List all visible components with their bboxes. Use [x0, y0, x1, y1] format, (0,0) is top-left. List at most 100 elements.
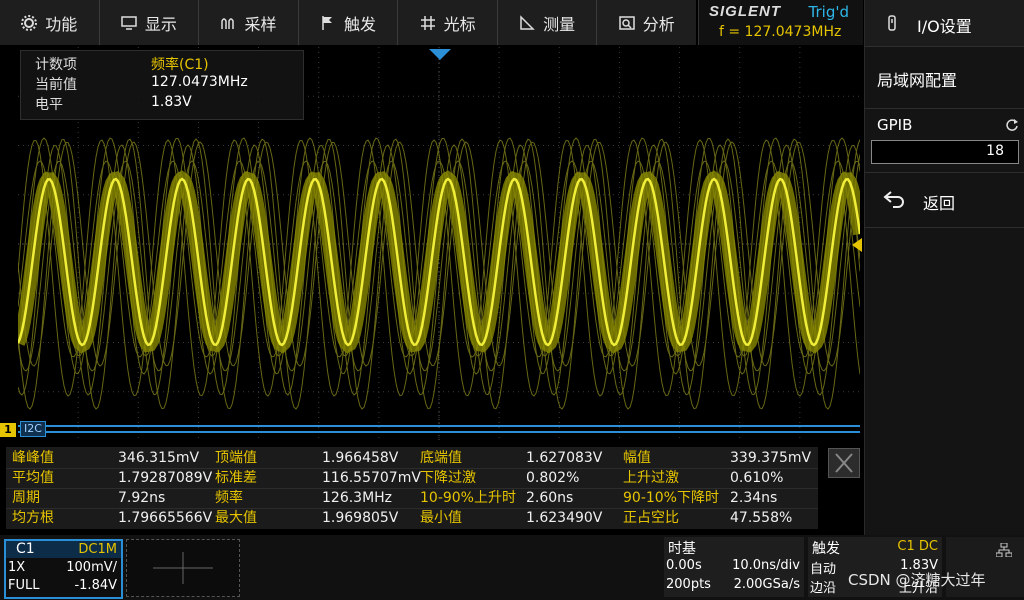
close-icon	[835, 453, 853, 473]
timebase-title: 时基	[668, 541, 696, 557]
network-icon	[996, 543, 1012, 557]
right-softkey-panel: I/O设置 局域网配置 GPIB 18 返回	[864, 0, 1024, 535]
back-arrow-icon	[883, 191, 904, 208]
back-button[interactable]: 返回	[865, 175, 1024, 228]
channel-probe: 1X	[8, 560, 26, 575]
menu-analysis[interactable]: 分析	[597, 0, 696, 45]
measurement-name: 最大值	[215, 510, 257, 526]
timebase-panel[interactable]: 时基 0.00s 10.0ns/div 200pts 2.00GSa/s	[664, 537, 804, 597]
menu-label: 功能	[45, 14, 78, 34]
channel1-label[interactable]: C1 DC1M 1X 100mV/ FULL -1.84V	[4, 539, 123, 599]
trigger-status: Trig'd	[808, 3, 849, 21]
counter-value: 频率(C1)	[151, 57, 209, 73]
counter-label: 电平	[35, 97, 63, 113]
measurement-name: 下降过激	[420, 470, 476, 486]
menu-label: 采样	[244, 14, 277, 34]
channel1-ground-marker[interactable]: 1	[0, 423, 16, 437]
menu-measure[interactable]: 测量	[498, 0, 598, 45]
measurement-name: 频率	[215, 490, 243, 506]
gear-icon	[21, 14, 38, 31]
frequency-counter-panel: 计数项 频率(C1) 当前值 127.0473MHz 电平 1.83V	[20, 50, 304, 120]
measurement-value: 116.55707mV	[322, 470, 421, 486]
channel-scale: 100mV/	[66, 560, 117, 575]
measurement-value: 0.802%	[526, 470, 580, 486]
menu-cursor[interactable]: 光标	[398, 0, 498, 45]
measurement-name: 正占空比	[623, 510, 679, 526]
rotate-knob-icon	[1006, 119, 1018, 131]
measurement-value: 7.92ns	[118, 490, 166, 506]
lan-config-button[interactable]: 局域网配置	[865, 50, 1024, 109]
measurement-name: 峰峰值	[12, 450, 54, 466]
counter-label: 计数项	[35, 57, 77, 73]
measurement-table: 峰峰值 346.315mV 顶端值 1.966458V 底端值 1.627083V 幅值 33…	[6, 447, 818, 529]
measurement-name: 最小值	[420, 510, 462, 526]
back-label: 返回	[923, 194, 956, 213]
measurement-value: 339.375mV	[730, 450, 812, 466]
io-icon	[888, 15, 896, 31]
measurement-value: 1.966458V	[322, 450, 399, 466]
measurement-value: 2.60ns	[526, 490, 574, 506]
measurement-name: 10-90%上升时	[420, 490, 516, 506]
channel-name: C1	[16, 541, 35, 557]
plus-icon	[153, 552, 213, 584]
measurement-name: 幅值	[623, 450, 651, 466]
sampling-icon	[221, 17, 235, 29]
trigger-level-marker[interactable]	[852, 238, 862, 252]
trigger-type: 边沿	[810, 581, 837, 596]
channel-offset: -1.84V	[74, 578, 117, 593]
measure-icon	[520, 14, 535, 30]
cursor-icon	[420, 15, 435, 30]
measurement-name: 均方根	[12, 510, 54, 526]
trigger-title: 触发	[812, 541, 840, 557]
measurement-value: 1.969805V	[322, 510, 399, 526]
measurement-name: 90-10%下降时	[623, 490, 719, 506]
sample-rate: 2.00GSa/s	[733, 577, 800, 592]
gpib-label: GPIB	[877, 116, 913, 134]
measurement-value: 1.627083V	[526, 450, 603, 466]
gpib-softkey[interactable]: GPIB 18	[865, 110, 1024, 173]
menu-sampling[interactable]: 采样	[199, 0, 299, 45]
timebase-scale: 10.0ns/div	[732, 558, 800, 573]
menu-trigger[interactable]: 触发	[299, 0, 399, 45]
add-channel-slot[interactable]	[126, 539, 240, 597]
counter-value: 1.83V	[151, 94, 192, 110]
timebase-delay: 0.00s	[666, 558, 702, 573]
menu-function[interactable]: 功能	[0, 0, 100, 45]
brand-logo: SIGLENT	[709, 3, 782, 20]
i2c-bus-label: I2C	[20, 421, 46, 437]
counter-label: 当前值	[35, 77, 77, 93]
measurement-value: 0.610%	[730, 470, 784, 486]
trigger-source: C1 DC	[897, 539, 938, 554]
menu-label: 光标	[443, 14, 476, 34]
menu-display[interactable]: 显示	[100, 0, 200, 45]
gpib-address-field[interactable]: 18	[871, 140, 1019, 164]
measurement-value: 2.34ns	[730, 490, 778, 506]
channel-coupling: DC1M	[78, 542, 117, 557]
memory-depth: 200pts	[666, 577, 711, 592]
menu-label: 测量	[543, 14, 576, 34]
measurement-name: 底端值	[420, 450, 462, 466]
watermark-text: CSDN @济糖大过年	[848, 571, 986, 589]
analysis-icon	[619, 15, 635, 30]
measurement-name: 顶端值	[215, 450, 257, 466]
measurement-value: 1.79287089V	[118, 470, 213, 486]
measurement-value: 346.315mV	[118, 450, 200, 466]
measurement-value: 126.3MHz	[322, 490, 393, 506]
io-settings-title: I/O设置	[865, 0, 1024, 47]
measure-close-button[interactable]	[828, 448, 860, 478]
flag-icon	[322, 15, 333, 30]
brand-status: SIGLENT Trig'd f = 127.0473MHz	[698, 0, 863, 45]
measurement-value: 1.79665566V	[118, 510, 213, 526]
monitor-icon	[121, 15, 137, 30]
panel-title: I/O设置	[917, 17, 972, 36]
frequency-readout: f = 127.0473MHz	[719, 24, 842, 40]
trigger-position-marker[interactable]	[429, 49, 451, 61]
menu-label: 显示	[144, 14, 177, 34]
top-menu-bar: 功能 显示 采样 触发 光标 测量 分析	[0, 0, 696, 45]
trigger-mode: 自动	[810, 562, 837, 577]
measurement-value: 1.623490V	[526, 510, 603, 526]
lan-config-label: 局域网配置	[877, 71, 958, 90]
measurement-name: 上升过激	[623, 470, 679, 486]
measurement-name: 标准差	[215, 470, 257, 486]
measurement-name: 周期	[12, 490, 40, 506]
